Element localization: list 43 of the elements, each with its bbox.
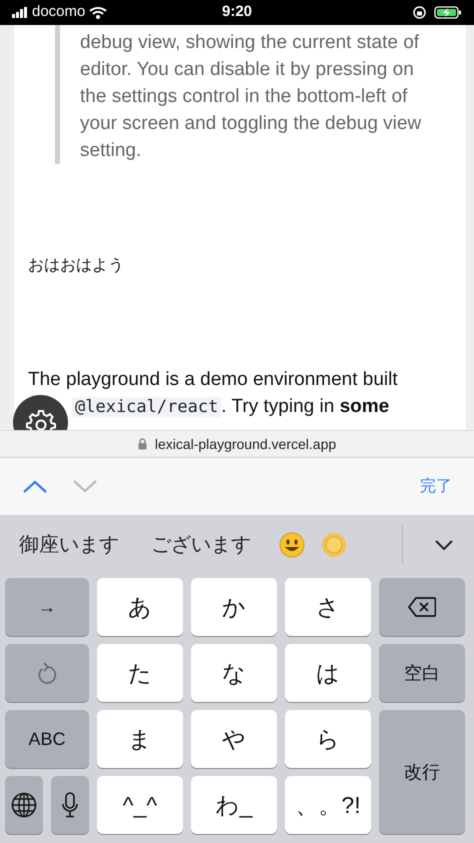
backspace-key[interactable] — [379, 578, 465, 636]
candidate-word[interactable]: 御座います — [15, 530, 131, 560]
backspace-icon — [408, 597, 436, 617]
url-text: lexical-playground.vercel.app — [154, 434, 336, 454]
inline-code: @lexical/react — [72, 397, 222, 417]
paragraph-text: おはおはよう — [28, 256, 125, 276]
keyboard-key[interactable]: → — [5, 578, 89, 636]
globe-icon — [11, 792, 37, 818]
signal-icon — [12, 7, 28, 18]
done-button[interactable]: 完了 — [420, 474, 452, 498]
microphone-key[interactable] — [51, 776, 89, 834]
keyboard-key[interactable]: わ_ — [191, 776, 277, 834]
keyboard-key[interactable]: 、。?! — [285, 776, 371, 834]
keyboard-key[interactable]: や — [191, 710, 277, 768]
keyboard-key[interactable]: ABC — [5, 710, 89, 768]
keyboard-key[interactable]: ら — [285, 710, 371, 768]
smiley-emoji-icon[interactable] — [279, 532, 305, 558]
globe-key[interactable] — [5, 776, 43, 834]
keyboard-key[interactable]: あ — [97, 578, 183, 636]
blockquote-text: debug view, showing the current state of editor. You can disable it by pressing on the settings control in the bottom-left of your screen and toggling the debug view setting. — [55, 25, 427, 164]
keyboard-key[interactable]: は — [285, 644, 371, 702]
chevron-up-icon — [22, 478, 48, 494]
clock-time: 9:20 — [222, 2, 252, 22]
keyboard-key[interactable]: 空白 — [379, 644, 465, 702]
keyboard-key[interactable]: か — [191, 578, 277, 636]
keyboard-key[interactable]: ま — [97, 710, 183, 768]
return-key[interactable]: 改行 — [379, 710, 465, 834]
wifi-icon — [89, 6, 108, 19]
carrier-name: docomo — [32, 2, 86, 22]
lock-icon — [138, 438, 147, 450]
battery-charging-icon — [434, 6, 462, 19]
candidate-word[interactable]: ございます — [147, 530, 263, 560]
microphone-icon — [62, 792, 78, 818]
settings-icon — [26, 408, 56, 430]
keyboard-key[interactable]: た — [97, 644, 183, 702]
keyboard-key[interactable]: な — [191, 644, 277, 702]
keyboard-key[interactable]: ^_^ — [97, 776, 183, 834]
keyboard-key[interactable]: さ — [285, 578, 371, 636]
chevron-down-icon — [72, 478, 98, 494]
chevron-down-icon — [435, 540, 453, 552]
rotation-lock-icon — [413, 6, 426, 19]
undo-icon — [36, 661, 58, 685]
address-bar[interactable]: lexical-playground.vercel.app — [0, 430, 474, 458]
